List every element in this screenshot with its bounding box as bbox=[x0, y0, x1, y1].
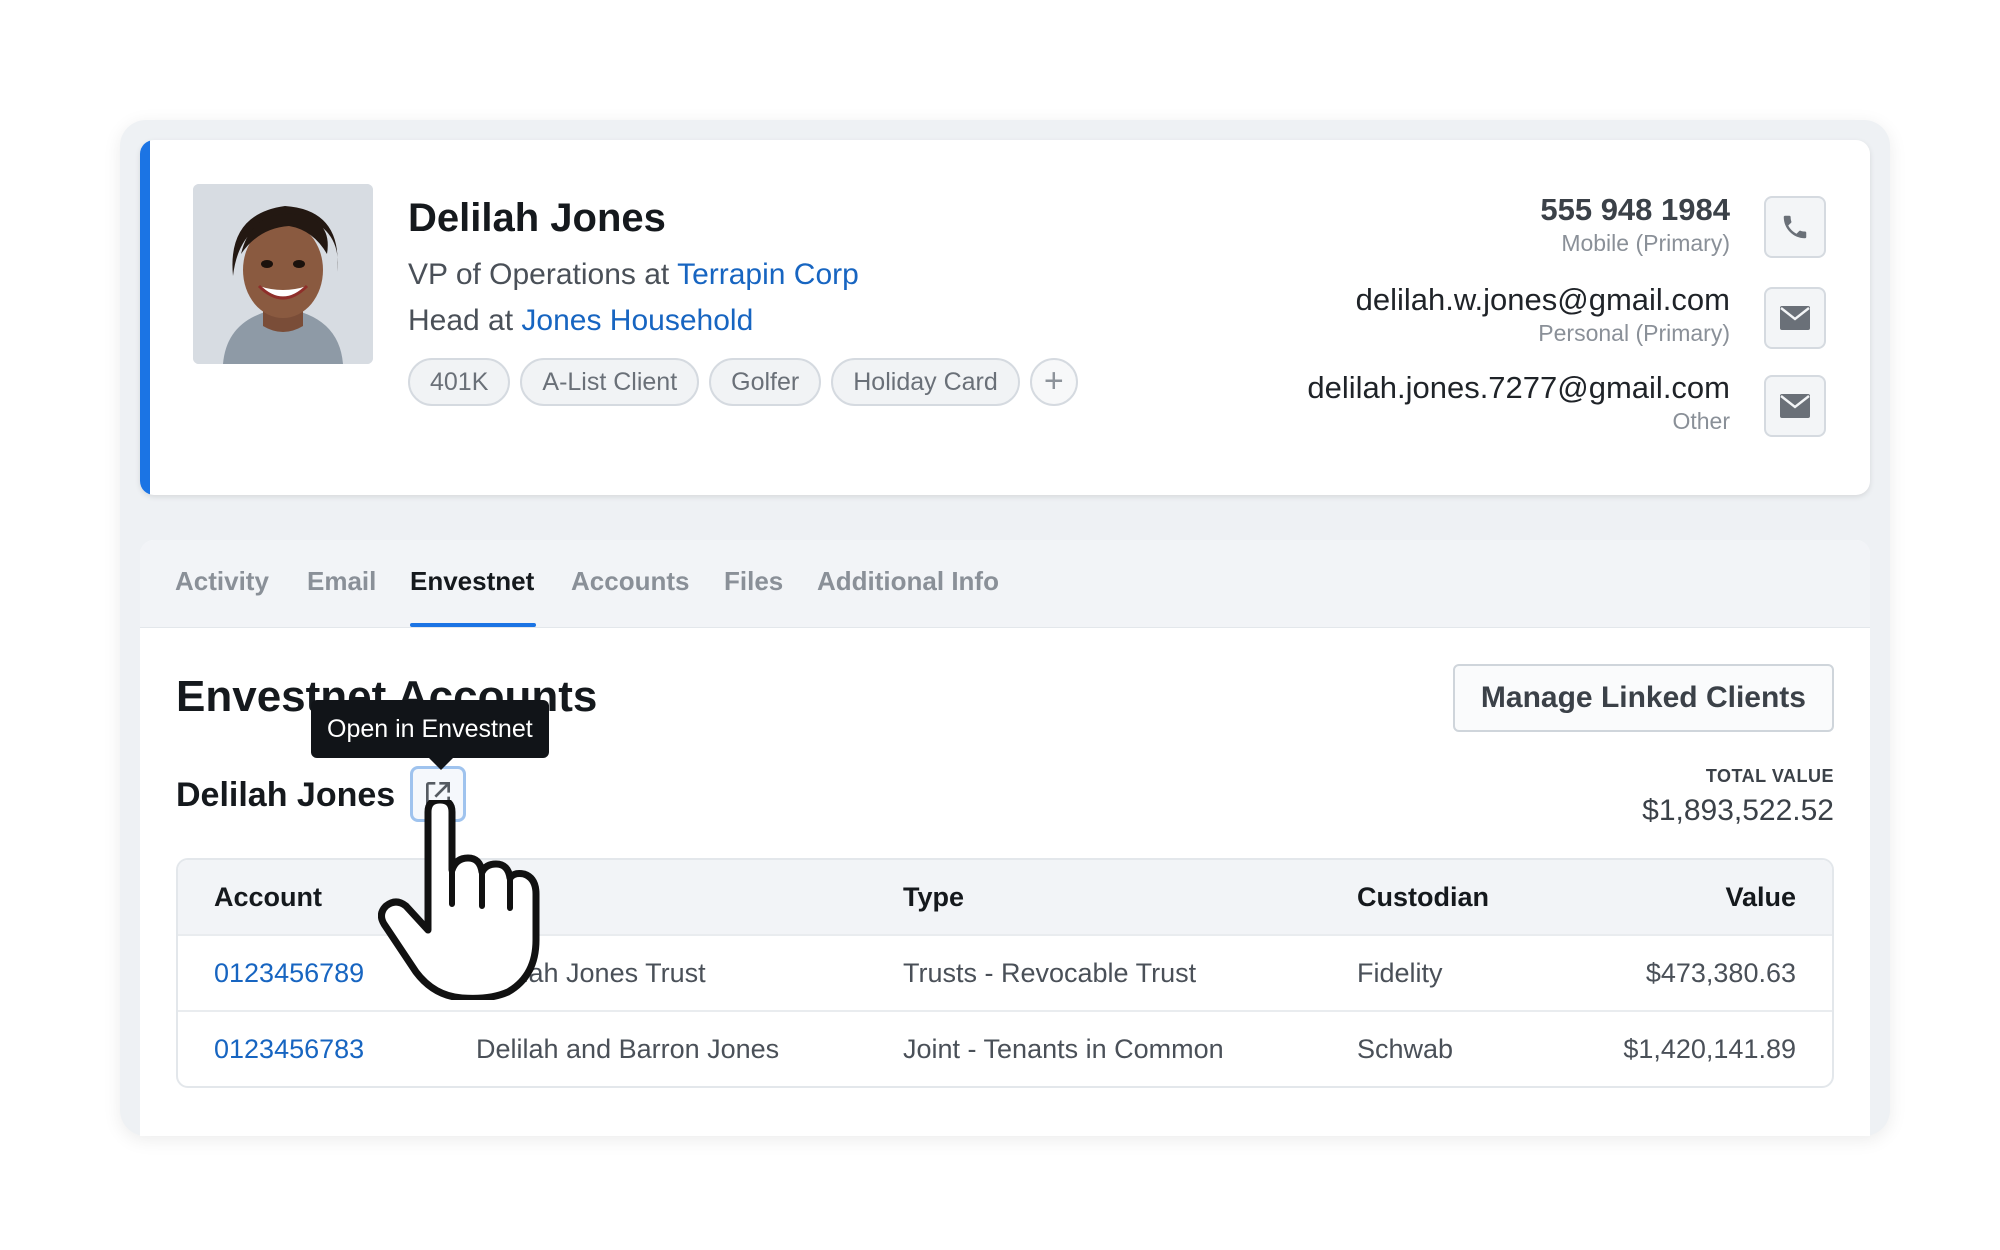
tag-chip[interactable]: Holiday Card bbox=[831, 358, 1020, 406]
tag-chip[interactable]: A-List Client bbox=[520, 358, 700, 406]
tab-email[interactable]: Email bbox=[307, 566, 376, 597]
household-role: Head at bbox=[408, 304, 514, 337]
email-primary[interactable]: delilah.w.jones@gmail.com bbox=[1356, 282, 1730, 318]
tab-envestnet[interactable]: Envestnet bbox=[410, 566, 534, 597]
tag-chip[interactable]: 401K bbox=[408, 358, 511, 406]
phone-number[interactable]: 555 948 1984 bbox=[1540, 192, 1730, 228]
add-tag-button[interactable]: + bbox=[1029, 358, 1078, 406]
tooltip-arrow bbox=[429, 758, 453, 770]
account-value: $473,380.63 bbox=[1645, 957, 1796, 988]
account-type: Trusts - Revocable Trust bbox=[903, 957, 1197, 988]
phone-icon bbox=[1783, 215, 1807, 239]
active-tab-indicator bbox=[410, 623, 536, 627]
mail-icon bbox=[1780, 306, 1810, 330]
tab-accounts[interactable]: Accounts bbox=[571, 566, 689, 597]
tab-activity[interactable]: Activity bbox=[175, 566, 269, 597]
total-value: $1,893,522.52 bbox=[1642, 794, 1834, 827]
email-other-button[interactable] bbox=[1764, 375, 1826, 437]
email-other-label: Other bbox=[1672, 408, 1730, 434]
plus-icon: + bbox=[1043, 362, 1064, 400]
tag-list: 401K A-List Client Golfer Holiday Card + bbox=[408, 358, 1078, 406]
company-link[interactable]: Terrapin Corp bbox=[677, 258, 859, 291]
card-accent-bar bbox=[140, 140, 150, 495]
household-link[interactable]: Jones Household bbox=[521, 304, 753, 337]
tab-files[interactable]: Files bbox=[724, 566, 783, 597]
tab-additional-info[interactable]: Additional Info bbox=[817, 566, 999, 597]
total-value-label: TOTAL VALUE bbox=[1705, 766, 1834, 786]
contact-name: Delilah Jones bbox=[408, 196, 666, 240]
phone-label: Mobile (Primary) bbox=[1561, 230, 1730, 256]
tab-bar: Activity Email Envestnet Accounts Files … bbox=[140, 540, 1870, 628]
contact-title-line: VP of Operations at Terrapin Corp bbox=[408, 258, 859, 292]
table-row: 0123456783 Delilah and Barron Jones Join… bbox=[178, 1010, 1832, 1086]
column-header-value[interactable]: Value bbox=[1621, 882, 1832, 913]
account-custodian: Fidelity bbox=[1357, 957, 1443, 988]
contact-card: Delilah Jones VP of Operations at Terrap… bbox=[140, 140, 1870, 495]
mail-icon bbox=[1780, 394, 1810, 418]
account-name: Delilah and Barron Jones bbox=[476, 1033, 780, 1064]
email-other-entry: delilah.jones.7277@gmail.com Other bbox=[1307, 370, 1730, 435]
email-primary-label: Personal (Primary) bbox=[1538, 320, 1730, 346]
account-number-link[interactable]: 0123456783 bbox=[178, 1034, 440, 1065]
phone-entry: 555 948 1984 Mobile (Primary) bbox=[1540, 192, 1730, 257]
account-value: $1,420,141.89 bbox=[1623, 1033, 1796, 1064]
email-primary-entry: delilah.w.jones@gmail.com Personal (Prim… bbox=[1356, 282, 1730, 347]
column-header-custodian[interactable]: Custodian bbox=[1321, 882, 1621, 913]
contact-title: VP of Operations at bbox=[408, 258, 670, 291]
avatar bbox=[193, 184, 373, 364]
contact-household-line: Head at Jones Household bbox=[408, 304, 753, 338]
client-name: Delilah Jones bbox=[176, 776, 396, 814]
hand-pointer-cursor bbox=[378, 800, 540, 1000]
account-custodian: Schwab bbox=[1357, 1033, 1454, 1064]
open-in-envestnet-tooltip: Open in Envestnet bbox=[311, 700, 549, 758]
manage-linked-clients-button[interactable]: Manage Linked Clients bbox=[1452, 664, 1834, 732]
column-header-type[interactable]: Type bbox=[867, 882, 1321, 913]
email-other[interactable]: delilah.jones.7277@gmail.com bbox=[1307, 370, 1730, 406]
tag-chip[interactable]: Golfer bbox=[709, 358, 822, 406]
account-type: Joint - Tenants in Common bbox=[903, 1033, 1224, 1064]
call-button[interactable] bbox=[1764, 196, 1826, 258]
email-primary-button[interactable] bbox=[1764, 287, 1826, 349]
